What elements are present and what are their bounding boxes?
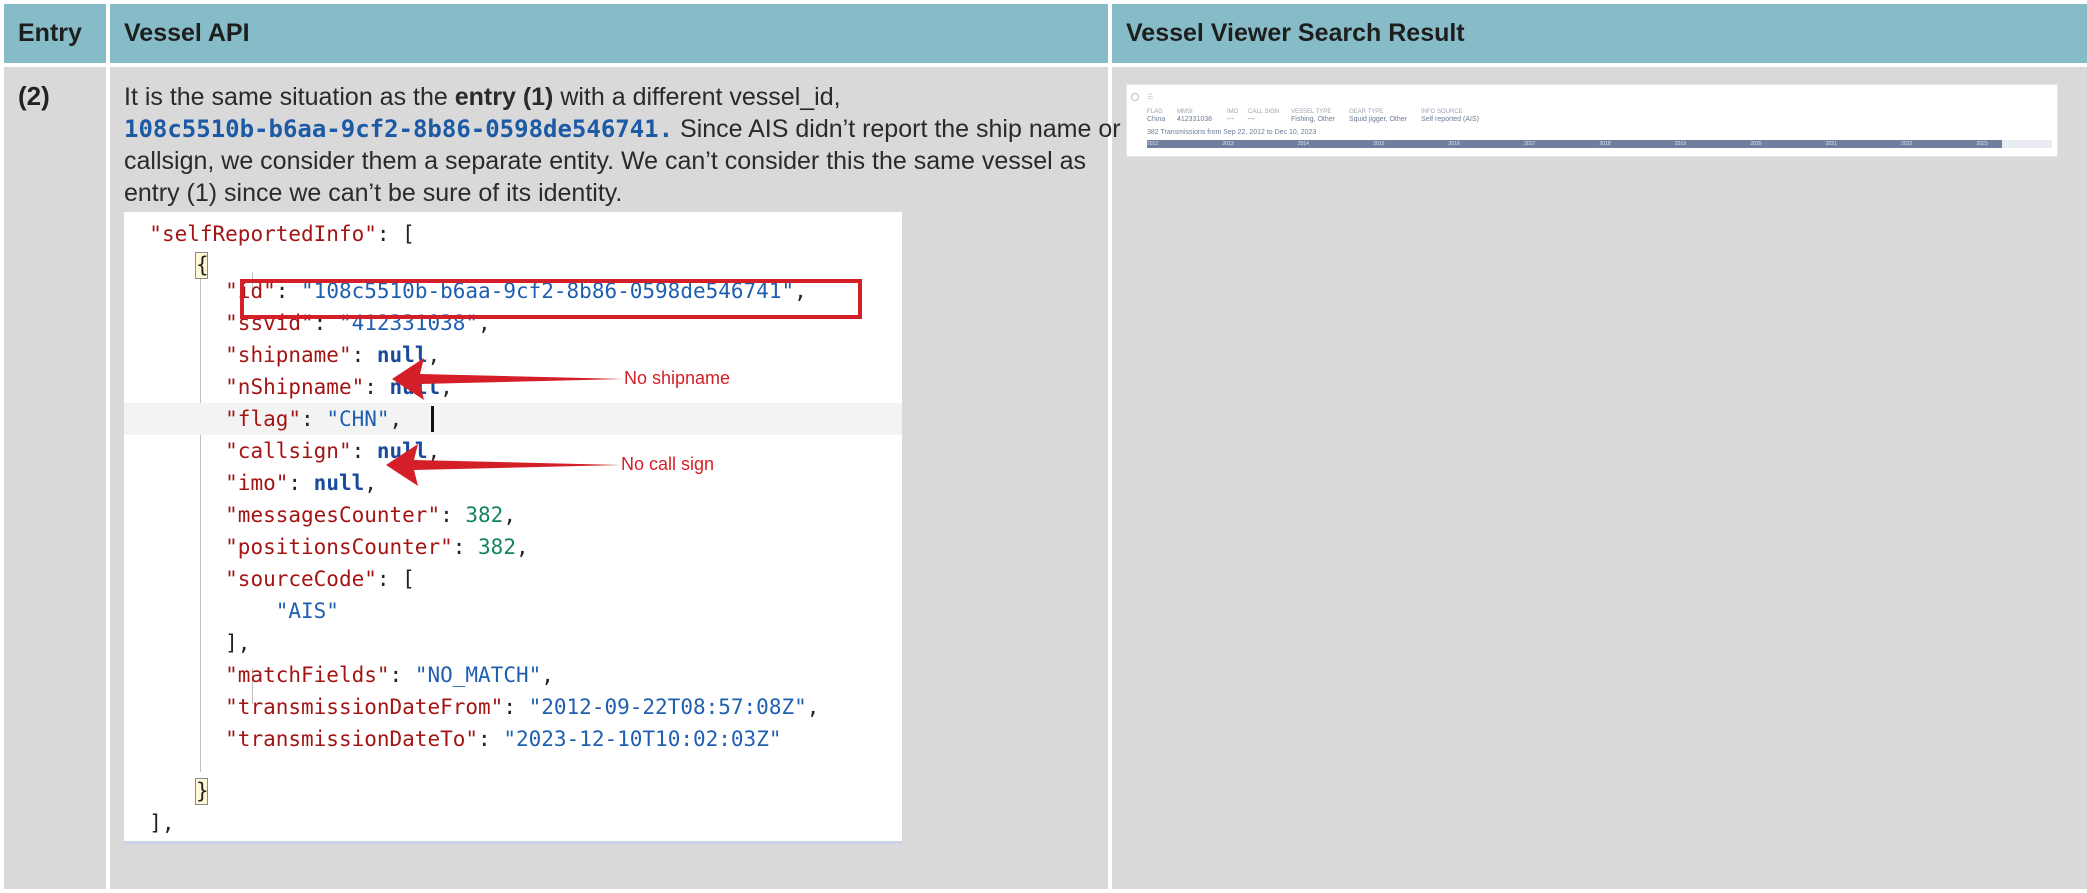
timeline-year-2020: 2020	[1750, 141, 1762, 147]
label-call-sign: CALL SIGN	[1248, 109, 1280, 115]
timeline-year-2016: 2016	[1448, 141, 1460, 147]
entry-number: (2)	[18, 81, 50, 111]
value-gear-type: Squid jigger, Other	[1349, 116, 1407, 123]
transmission-timeline[interactable]: 2012 2013 2014 2015 2016 2017 2018 2019 2020 2021…	[1147, 140, 2052, 148]
label-imo: IMO	[1227, 109, 1239, 115]
arrow-shipname	[392, 358, 624, 400]
label-mmsi: MMSI	[1177, 109, 1193, 115]
annotation-arrows	[386, 358, 624, 486]
timeline-year-2014: 2014	[1297, 141, 1309, 147]
label-vessel-type: VESSEL TYPE	[1291, 109, 1332, 115]
header-vessel-api: Vessel API	[106, 0, 1112, 67]
header-search-result: Vessel Viewer Search Result	[1108, 0, 2087, 67]
label-flag: FLAG	[1147, 109, 1163, 115]
note-no-callsign: No call sign	[621, 454, 715, 474]
vessel-viewer-result: ☰ FLAG China MMSI 412331038 IMO --- CALL…	[1126, 84, 2058, 157]
vessel-id: 108c5510b-b6aa-9cf2-8b86-0598de546741.	[124, 115, 674, 143]
json-code-panel: "selfReportedInfo": [ { "id": "108c5510b…	[124, 212, 902, 844]
timeline-coverage	[1147, 140, 2003, 148]
value-info-source: Self reported (AIS)	[1421, 116, 1479, 123]
timeline-year-2012: 2012	[1147, 141, 1159, 147]
label-info-source: INFO SOURCE	[1421, 109, 1463, 115]
timeline-year-2021: 2021	[1825, 141, 1837, 147]
value-mmsi: 412331038	[1177, 116, 1213, 123]
menu-icon: ☰	[1147, 94, 1154, 101]
entry-description: It is the same situation as the entry (1…	[124, 83, 1121, 207]
timeline-year-2015: 2015	[1373, 141, 1385, 147]
label-gear-type: GEAR TYPE	[1349, 109, 1384, 115]
timeline-year-2022: 2022	[1901, 141, 1913, 147]
value-flag: China	[1147, 116, 1166, 123]
header-entry: Entry	[0, 0, 110, 67]
value-call-sign: ---	[1248, 116, 1255, 123]
entry-cell: (2)	[0, 63, 110, 893]
note-no-shipname: No shipname	[624, 368, 731, 388]
timeline-year-2013: 2013	[1222, 141, 1234, 147]
timeline-year-2017: 2017	[1524, 141, 1536, 147]
value-vessel-type: Fishing, Other	[1291, 116, 1335, 123]
result-cell	[1108, 63, 2087, 893]
timeline-year-2018: 2018	[1599, 141, 1611, 147]
timeline-year-2023: 2023	[1976, 141, 1988, 147]
arrow-callsign	[386, 444, 621, 486]
select-radio[interactable]	[1131, 93, 1139, 101]
timeline-year-2019: 2019	[1674, 141, 1687, 147]
transmissions-summary: 382 Transmissions from Sep 22, 2012 to D…	[1147, 129, 1317, 136]
value-imo: ---	[1227, 116, 1234, 123]
